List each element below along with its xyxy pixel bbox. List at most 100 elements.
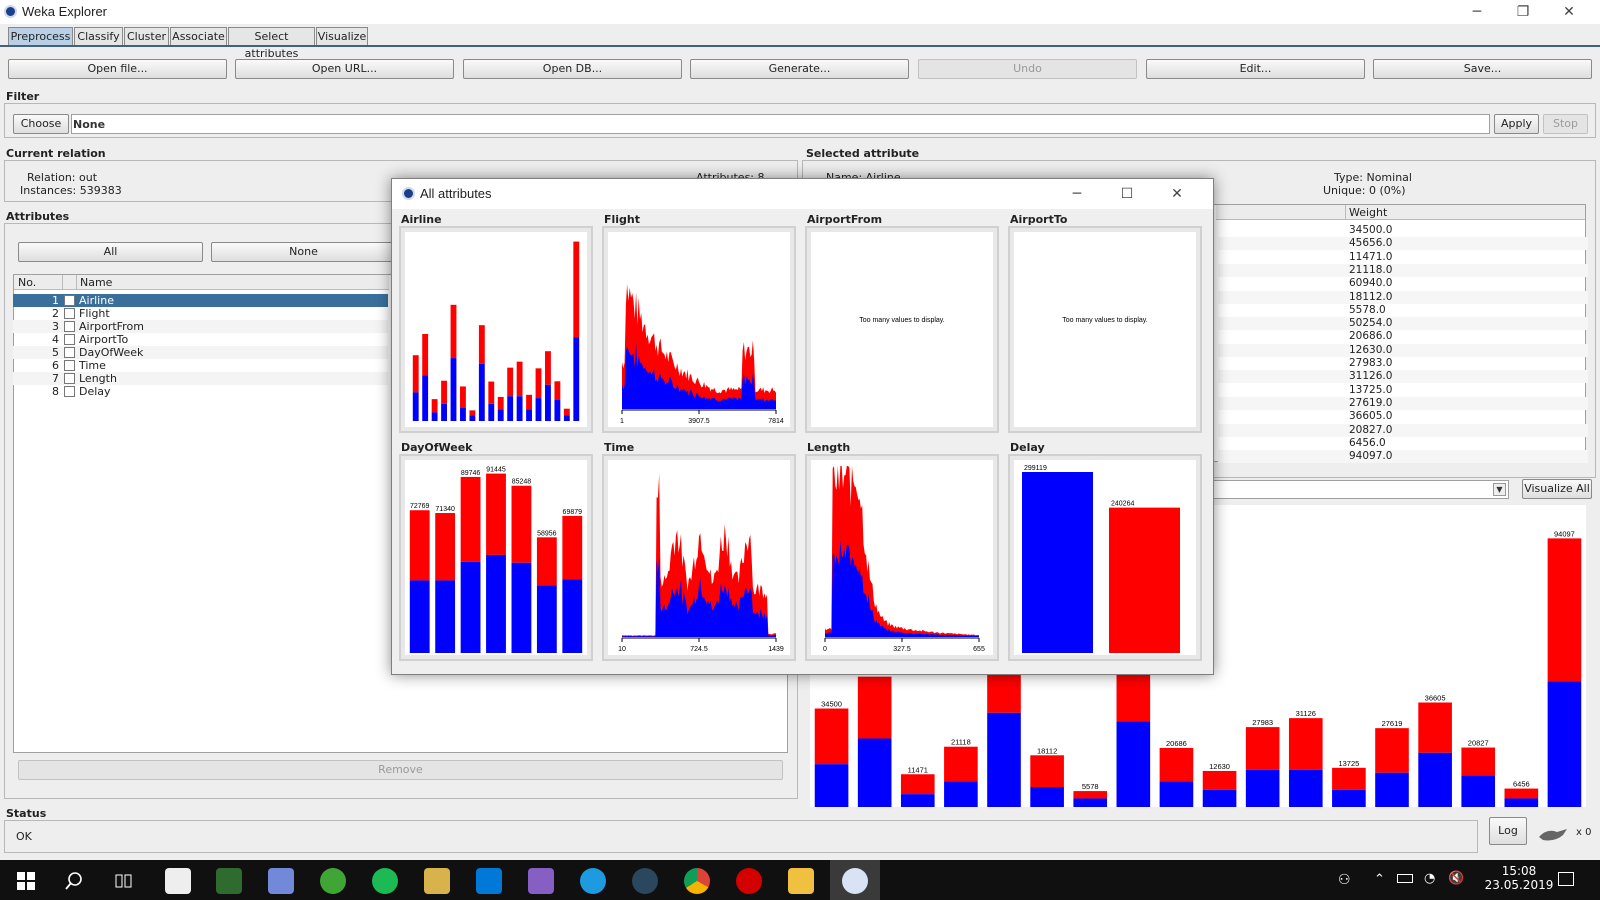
weight-row[interactable]: 21118.0 xyxy=(1218,263,1588,277)
weka-taskbar-icon[interactable] xyxy=(842,868,868,894)
visualize-all-button[interactable]: Visualize All xyxy=(1522,479,1592,499)
chevron-up-icon[interactable]: ⌃ xyxy=(1374,872,1385,887)
tab-preprocess[interactable]: Preprocess xyxy=(8,27,73,46)
attribute-row[interactable]: 7 Length xyxy=(13,372,388,385)
bar-red-segment xyxy=(1461,747,1496,776)
dialog-close-button[interactable]: ✕ xyxy=(1154,182,1200,206)
weight-row[interactable]: 12630.0 xyxy=(1218,343,1588,357)
utorrent-icon[interactable] xyxy=(320,868,346,894)
weight-row[interactable]: 27983.0 xyxy=(1218,357,1588,370)
bar-blue-segment xyxy=(545,384,551,421)
attribute-checkbox[interactable] xyxy=(64,347,75,358)
select-none-button[interactable]: None xyxy=(211,242,396,262)
weight-row[interactable]: 5578.0 xyxy=(1218,304,1588,317)
wifi-icon[interactable]: ◔ xyxy=(1424,871,1435,886)
attribute-row[interactable]: 6 Time xyxy=(13,359,388,372)
attribute-checkbox[interactable] xyxy=(64,295,75,306)
filter-choose-button[interactable]: Choose xyxy=(13,114,69,134)
select-all-button[interactable]: All xyxy=(18,242,203,262)
weight-row[interactable]: 20686.0 xyxy=(1218,330,1588,343)
attribute-row[interactable]: 8 Delay xyxy=(13,385,388,398)
tab-associate[interactable]: Associate xyxy=(170,27,227,46)
open-url-button[interactable]: Open URL... xyxy=(235,59,454,79)
col-weight-header[interactable]: Weight xyxy=(1349,206,1387,219)
weight-row[interactable]: 94097.0 xyxy=(1218,450,1588,464)
undo-button[interactable]: Undo xyxy=(918,59,1137,79)
file-explorer-icon[interactable] xyxy=(788,868,814,894)
open-file-button[interactable]: Open file... xyxy=(8,59,227,79)
windows-start-icon[interactable] xyxy=(16,871,36,891)
vscode-icon[interactable] xyxy=(476,868,502,894)
task-view-icon[interactable] xyxy=(114,871,134,891)
notifications-icon[interactable] xyxy=(1558,872,1574,886)
attribute-row[interactable]: 3 AirportFrom xyxy=(13,320,388,333)
col-name-header[interactable]: Name xyxy=(80,276,112,289)
app-icon[interactable] xyxy=(216,868,242,894)
files-icon[interactable] xyxy=(424,868,450,894)
x-tick-label: 0 xyxy=(823,646,827,653)
tab-classify[interactable]: Classify xyxy=(74,27,123,46)
weight-row[interactable]: 31126.0 xyxy=(1218,370,1588,384)
tab-cluster[interactable]: Cluster xyxy=(124,27,169,46)
attribute-no: 6 xyxy=(52,359,59,372)
attribute-checkbox[interactable] xyxy=(64,386,75,397)
bar-blue-segment xyxy=(1375,772,1409,807)
search-icon[interactable] xyxy=(64,871,84,891)
filter-apply-button[interactable]: Apply xyxy=(1494,114,1539,134)
attribute-row[interactable]: 4 AirportTo xyxy=(13,333,388,346)
volume-muted-icon[interactable]: 🔇 xyxy=(1448,871,1464,886)
discord-icon[interactable] xyxy=(268,868,294,894)
chevron-down-icon[interactable]: ▼ xyxy=(1493,483,1506,496)
weight-row[interactable]: 36605.0 xyxy=(1218,410,1588,423)
people-icon[interactable]: ⚇ xyxy=(1338,872,1351,888)
weight-row[interactable]: 20827.0 xyxy=(1218,423,1588,437)
attribute-checkbox[interactable] xyxy=(64,360,75,371)
edit-button[interactable]: Edit... xyxy=(1146,59,1365,79)
weight-row[interactable]: 11471.0 xyxy=(1218,251,1588,264)
attribute-row[interactable]: 5 DayOfWeek xyxy=(13,346,388,359)
bar-value-label: 240264 xyxy=(1111,501,1134,508)
dialog-minimize-button[interactable]: ─ xyxy=(1054,182,1100,206)
dialog-maximize-button[interactable]: ☐ xyxy=(1104,182,1150,206)
bar-red-segment xyxy=(562,515,583,580)
spotify-icon[interactable] xyxy=(372,868,398,894)
open-db-button[interactable]: Open DB... xyxy=(463,59,682,79)
attribute-row[interactable]: 1 Airline xyxy=(13,294,388,307)
weight-row[interactable]: 34500.0 xyxy=(1218,224,1588,237)
filter-stop-button[interactable]: Stop xyxy=(1543,114,1588,134)
steam-icon[interactable] xyxy=(632,868,658,894)
weight-row[interactable]: 13725.0 xyxy=(1218,384,1588,397)
visual-studio-icon[interactable] xyxy=(528,868,554,894)
attribute-checkbox[interactable] xyxy=(64,373,75,384)
uplay-icon[interactable] xyxy=(580,868,606,894)
weka-app-icon xyxy=(402,187,415,200)
opera-icon[interactable] xyxy=(736,868,762,894)
tab-select-attributes[interactable]: Select attributes xyxy=(228,27,315,60)
attribute-panel: AirportTo Too many values to display. xyxy=(1008,213,1202,435)
attribute-checkbox[interactable] xyxy=(64,334,75,345)
weight-row[interactable]: 18112.0 xyxy=(1218,290,1588,304)
mail-icon[interactable] xyxy=(165,868,191,894)
generate-button[interactable]: Generate... xyxy=(690,59,909,79)
log-button[interactable]: Log xyxy=(1489,817,1527,845)
bar-red-segment xyxy=(450,304,457,359)
weight-row[interactable]: 27619.0 xyxy=(1218,396,1588,410)
save-button[interactable]: Save... xyxy=(1373,59,1592,79)
tab-visualize[interactable]: Visualize xyxy=(316,27,368,46)
attribute-row[interactable]: 2 Flight xyxy=(13,307,388,320)
weight-row[interactable]: 6456.0 xyxy=(1218,437,1588,450)
weight-row[interactable]: 50254.0 xyxy=(1218,317,1588,331)
battery-icon[interactable] xyxy=(1397,874,1413,883)
weight-row[interactable]: 45656.0 xyxy=(1218,237,1588,251)
minimize-button[interactable]: ─ xyxy=(1454,0,1500,24)
attribute-checkbox[interactable] xyxy=(64,321,75,332)
attribute-checkbox[interactable] xyxy=(64,308,75,319)
col-no-header[interactable]: No. xyxy=(18,276,36,289)
close-button[interactable]: ✕ xyxy=(1546,0,1592,24)
clock[interactable]: 15:08 23.05.2019 xyxy=(1476,864,1562,892)
weight-row[interactable]: 60940.0 xyxy=(1218,277,1588,290)
remove-button[interactable]: Remove xyxy=(18,760,783,780)
filter-field[interactable]: None xyxy=(71,114,1490,134)
maximize-button[interactable]: ❐ xyxy=(1500,0,1546,24)
chrome-icon[interactable] xyxy=(684,868,710,894)
